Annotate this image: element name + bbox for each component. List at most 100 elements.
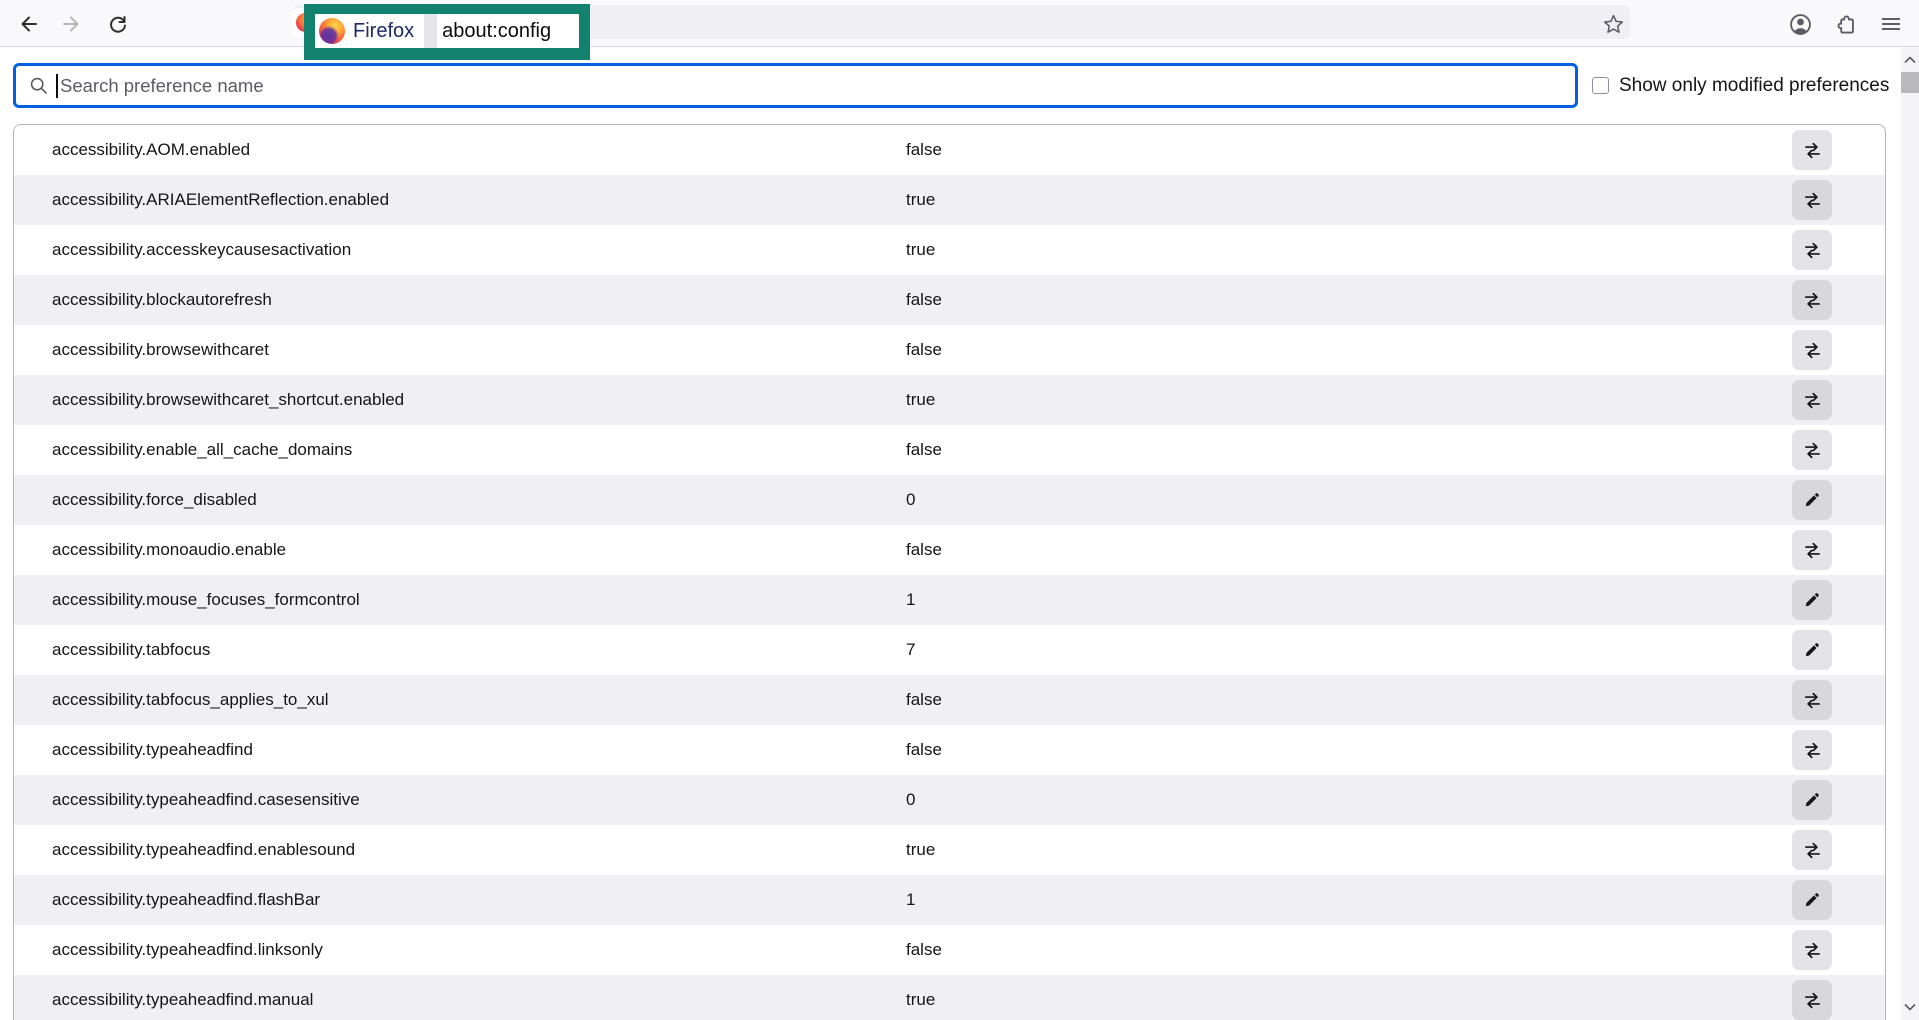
- vertical-scrollbar[interactable]: [1901, 47, 1919, 1020]
- pref-row: accessibility.typeaheadfind.flashBar 1: [14, 875, 1885, 925]
- pref-value: 7: [906, 640, 1792, 660]
- show-modified-checkbox[interactable]: [1592, 77, 1609, 94]
- toggle-button[interactable]: [1792, 330, 1832, 370]
- pref-value: true: [906, 990, 1792, 1010]
- edit-button[interactable]: [1792, 580, 1832, 620]
- pref-row: accessibility.browsewithcaret false: [14, 325, 1885, 375]
- pref-row: accessibility.typeaheadfind.enablesound …: [14, 825, 1885, 875]
- pref-name: accessibility.typeaheadfind.casesensitiv…: [52, 790, 906, 810]
- pref-name: accessibility.typeaheadfind.manual: [52, 990, 906, 1010]
- pref-value: false: [906, 740, 1792, 760]
- scroll-up-button[interactable]: [1901, 51, 1919, 69]
- edit-button[interactable]: [1792, 480, 1832, 520]
- scroll-down-button[interactable]: [1901, 998, 1919, 1016]
- pencil-icon: [1803, 491, 1821, 509]
- menu-button[interactable]: [1879, 12, 1903, 36]
- pref-name: accessibility.typeaheadfind.flashBar: [52, 890, 906, 910]
- toggle-arrows-icon: [1803, 541, 1822, 560]
- pref-action-cell: [1792, 580, 1885, 620]
- toggle-arrows-icon: [1803, 141, 1822, 160]
- pref-name: accessibility.tabfocus_applies_to_xul: [52, 690, 906, 710]
- pref-action-cell: [1792, 530, 1885, 570]
- pref-action-cell: [1792, 880, 1885, 920]
- browser-toolbar: [0, 0, 1919, 47]
- account-icon: [1789, 13, 1812, 36]
- pref-row: accessibility.tabfocus_applies_to_xul fa…: [14, 675, 1885, 725]
- pref-name: accessibility.ARIAElementReflection.enab…: [52, 190, 906, 210]
- toggle-arrows-icon: [1803, 391, 1822, 410]
- url-chip[interactable]: Firefox about:config: [315, 14, 579, 48]
- prefs-table: accessibility.AOM.enabled false accessib…: [13, 124, 1886, 1020]
- url-text: about:config: [442, 20, 551, 43]
- toggle-button[interactable]: [1792, 680, 1832, 720]
- toggle-button[interactable]: [1792, 180, 1832, 220]
- edit-button[interactable]: [1792, 630, 1832, 670]
- pref-action-cell: [1792, 280, 1885, 320]
- pref-name: accessibility.force_disabled: [52, 490, 906, 510]
- pref-value: false: [906, 340, 1792, 360]
- scrollbar-thumb[interactable]: [1901, 72, 1919, 93]
- search-icon: [29, 76, 49, 96]
- bookmark-star-button[interactable]: [1601, 12, 1625, 36]
- text-caret: [56, 74, 58, 98]
- pref-value: 0: [906, 790, 1792, 810]
- pref-row: accessibility.tabfocus 7: [14, 625, 1885, 675]
- pref-name: accessibility.typeaheadfind.linksonly: [52, 940, 906, 960]
- edit-button[interactable]: [1792, 780, 1832, 820]
- pref-row: accessibility.enable_all_cache_domains f…: [14, 425, 1885, 475]
- url-text-chip: about:config: [437, 14, 579, 48]
- toggle-arrows-icon: [1803, 191, 1822, 210]
- toggle-button[interactable]: [1792, 980, 1832, 1020]
- forward-arrow-icon: [61, 13, 83, 35]
- account-button[interactable]: [1788, 12, 1812, 36]
- toggle-arrows-icon: [1803, 441, 1822, 460]
- pref-row: accessibility.AOM.enabled false: [14, 125, 1885, 175]
- pref-value: false: [906, 440, 1792, 460]
- pref-name: accessibility.mouse_focuses_formcontrol: [52, 590, 906, 610]
- url-highlight-annotation: Firefox about:config: [304, 4, 590, 60]
- toggle-button[interactable]: [1792, 380, 1832, 420]
- pref-name: accessibility.blockautorefresh: [52, 290, 906, 310]
- pref-name: accessibility.monoaudio.enable: [52, 540, 906, 560]
- pref-value: false: [906, 290, 1792, 310]
- pencil-icon: [1803, 591, 1821, 609]
- toggle-button[interactable]: [1792, 230, 1832, 270]
- toggle-button[interactable]: [1792, 930, 1832, 970]
- chevron-up-icon: [1904, 56, 1916, 64]
- toggle-arrows-icon: [1803, 841, 1822, 860]
- toggle-button[interactable]: [1792, 830, 1832, 870]
- pref-name: accessibility.browsewithcaret_shortcut.e…: [52, 390, 906, 410]
- edit-button[interactable]: [1792, 880, 1832, 920]
- toggle-button[interactable]: [1792, 530, 1832, 570]
- back-arrow-icon: [17, 13, 39, 35]
- chip-separator: [424, 14, 437, 48]
- pref-row: accessibility.force_disabled 0: [14, 475, 1885, 525]
- extensions-button[interactable]: [1834, 12, 1858, 36]
- pref-row: accessibility.mouse_focuses_formcontrol …: [14, 575, 1885, 625]
- reload-button[interactable]: [106, 12, 130, 36]
- browser-window: Firefox about:config Search preference n…: [0, 0, 1919, 1020]
- toggle-button[interactable]: [1792, 130, 1832, 170]
- pref-value: false: [906, 140, 1792, 160]
- pref-action-cell: [1792, 330, 1885, 370]
- pref-row: accessibility.typeaheadfind.casesensitiv…: [14, 775, 1885, 825]
- toggle-button[interactable]: [1792, 280, 1832, 320]
- toggle-arrows-icon: [1803, 241, 1822, 260]
- pref-row: accessibility.monoaudio.enable false: [14, 525, 1885, 575]
- pref-action-cell: [1792, 930, 1885, 970]
- pref-action-cell: [1792, 180, 1885, 220]
- pencil-icon: [1803, 791, 1821, 809]
- toggle-button[interactable]: [1792, 430, 1832, 470]
- search-input[interactable]: Search preference name: [13, 63, 1578, 108]
- filter-control: Show only modified preferences: [1592, 63, 1889, 108]
- toggle-button[interactable]: [1792, 730, 1832, 770]
- star-icon: [1603, 14, 1624, 35]
- reload-icon: [107, 13, 129, 35]
- forward-button[interactable]: [60, 12, 84, 36]
- pref-action-cell: [1792, 730, 1885, 770]
- pref-row: accessibility.ARIAElementReflection.enab…: [14, 175, 1885, 225]
- pref-name: accessibility.typeaheadfind: [52, 740, 906, 760]
- pref-value: 0: [906, 490, 1792, 510]
- toggle-arrows-icon: [1803, 341, 1822, 360]
- back-button[interactable]: [16, 12, 40, 36]
